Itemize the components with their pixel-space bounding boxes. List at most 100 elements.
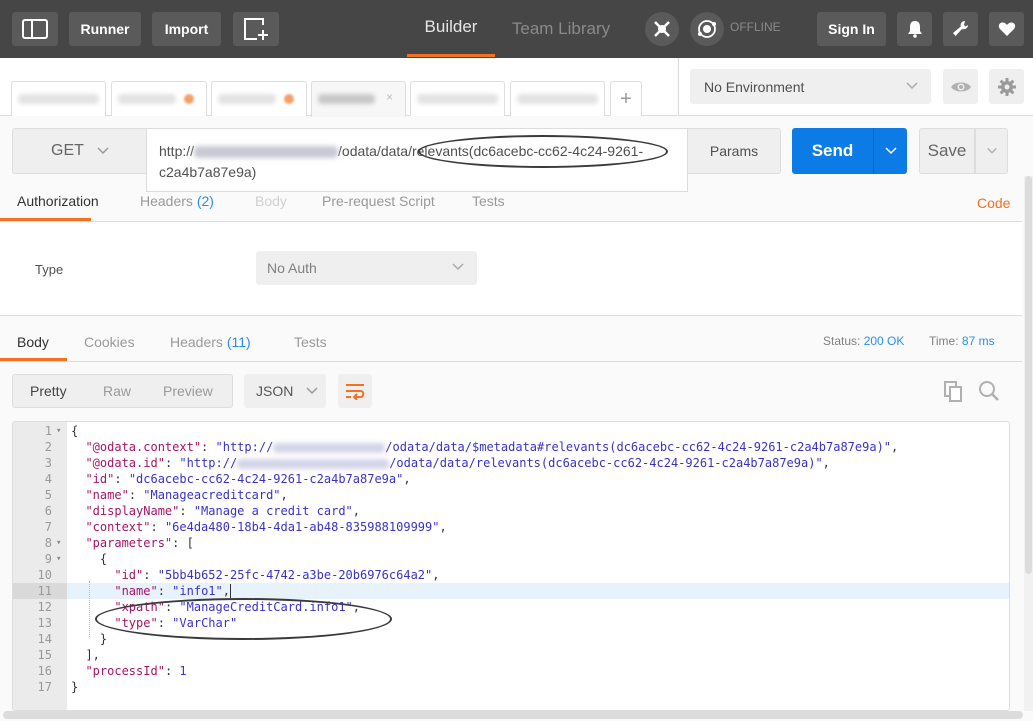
code-text: {: [71, 424, 79, 438]
tab-authorization[interactable]: Authorization: [17, 193, 99, 209]
close-icon[interactable]: ×: [386, 90, 393, 104]
format-select[interactable]: JSON: [244, 374, 326, 408]
json-string: /odata/data/$metadata#relevants(dc6acebc…: [385, 440, 892, 454]
code-text: [: [186, 536, 194, 550]
search-icon[interactable]: [978, 380, 1000, 402]
method-select[interactable]: GET: [12, 128, 147, 174]
view-preview-button[interactable]: Preview: [163, 383, 213, 399]
fold-icon[interactable]: ▾: [56, 535, 61, 551]
environment-select[interactable]: No Environment: [690, 69, 931, 104]
tab-builder[interactable]: Builder: [407, 0, 495, 57]
response-tab-cookies[interactable]: Cookies: [84, 334, 135, 350]
tab-headers-label: Headers: [140, 193, 193, 209]
code-line: 10 "id": "5bb4b652-25fc-4742-a3be-20b697…: [13, 567, 1009, 583]
generate-code-link[interactable]: Code: [977, 195, 1010, 211]
line-number: 15: [37, 648, 52, 662]
json-string: "ManageCreditCard.info1": [179, 600, 353, 614]
tab-team-library[interactable]: Team Library: [505, 0, 617, 57]
request-tab[interactable]: [11, 81, 106, 116]
response-body-editor[interactable]: 1 ▾ { 2 "@odata.context": "http:///odata/d…: [12, 421, 1010, 711]
json-string: "dc6acebc-cc62-4c24-9261-c2a4b7a87e9a": [128, 472, 404, 486]
tab-headers[interactable]: Headers (2): [140, 193, 214, 209]
response-tab-body[interactable]: Body: [17, 334, 49, 350]
text-cursor: [229, 584, 231, 598]
manage-environments-button[interactable]: [989, 69, 1024, 104]
new-window-button[interactable]: [233, 12, 279, 46]
fold-icon[interactable]: ▾: [56, 551, 61, 567]
heart-icon: [998, 22, 1015, 36]
runner-button[interactable]: Runner: [69, 12, 141, 46]
line-number: 14: [37, 632, 52, 646]
code-line: 9 ▾ {: [13, 551, 1009, 567]
chevron-down-icon: [97, 147, 109, 155]
wrap-lines-button[interactable]: [338, 374, 372, 408]
response-tab-headers[interactable]: Headers (11): [170, 334, 251, 350]
time-value: 87 ms: [961, 334, 995, 348]
tab-body[interactable]: Body: [255, 193, 287, 209]
status-label: Status:: [823, 334, 861, 348]
chevron-down-icon: [986, 147, 997, 154]
environment-value: No Environment: [704, 78, 805, 95]
environment-quick-look-button[interactable]: [943, 69, 978, 104]
line-number: 16: [37, 664, 52, 678]
view-raw-button[interactable]: Raw: [103, 383, 131, 399]
new-tab-button[interactable]: +: [610, 81, 642, 116]
redacted-host: [273, 442, 386, 453]
code-line: 15 ],: [13, 647, 1009, 663]
chevron-down-icon: [906, 82, 918, 90]
line-number: 3: [44, 456, 52, 470]
json-string: "Manageacreditcard": [143, 488, 281, 502]
indent-guide: [89, 581, 90, 637]
import-button[interactable]: Import: [152, 12, 221, 46]
request-tab[interactable]: [111, 81, 207, 116]
satellite-icon: [654, 21, 670, 37]
save-button[interactable]: Save: [919, 128, 975, 174]
horizontal-scrollbar[interactable]: [3, 711, 1023, 719]
code-line: 2 "@odata.context": "http:///odata/data/…: [13, 439, 1009, 455]
tab-pre-request-script[interactable]: Pre-request Script: [322, 193, 435, 209]
favorite-button[interactable]: [989, 12, 1024, 46]
copy-icon[interactable]: [943, 380, 963, 402]
request-tab-active[interactable]: ×: [311, 81, 406, 117]
settings-button[interactable]: [943, 12, 978, 46]
send-button[interactable]: Send: [792, 128, 873, 174]
response-tab-tests[interactable]: Tests: [294, 334, 327, 350]
tab-tests[interactable]: Tests: [472, 193, 505, 209]
code-line: 4 "id": "dc6acebc-cc62-4c24-9261-c2a4b7a…: [13, 471, 1009, 487]
gear-icon: [997, 77, 1016, 96]
wrap-lines-icon: [346, 384, 365, 400]
sync-status-button[interactable]: [690, 12, 724, 46]
auth-type-select[interactable]: No Auth: [256, 251, 477, 285]
response-headers-count: (11): [226, 334, 251, 350]
json-number: 1: [179, 664, 187, 678]
interceptor-button[interactable]: [645, 12, 679, 46]
code-text: }: [99, 632, 108, 646]
line-number: 17: [37, 680, 52, 694]
request-tab[interactable]: [410, 81, 505, 116]
line-number: 13: [37, 616, 52, 630]
vertical-scrollbar-thumb[interactable]: [1025, 176, 1032, 574]
notifications-button[interactable]: [897, 12, 932, 46]
sign-in-button[interactable]: Sign In: [817, 12, 886, 46]
params-button[interactable]: Params: [687, 128, 781, 174]
url-path: /odata/data/: [338, 143, 412, 159]
view-pretty-button[interactable]: Pretty: [30, 383, 67, 399]
toggle-sidebar-button[interactable]: [12, 12, 58, 46]
line-number: 6: [44, 504, 52, 518]
json-key: "id": [85, 472, 115, 486]
save-options-button[interactable]: [975, 128, 1008, 174]
json-string: "info1": [172, 584, 223, 598]
url-input[interactable]: http:///odata/data/relevants(dc6acebc-cc…: [146, 128, 688, 192]
line-number: 12: [37, 600, 52, 614]
fold-icon[interactable]: ▾: [56, 423, 61, 439]
response-status: Status: 200 OK: [823, 334, 904, 348]
json-key: "type": [114, 616, 158, 630]
request-tab[interactable]: [211, 81, 307, 116]
request-tab[interactable]: [510, 81, 605, 116]
code-line: 3 "@odata.id": "http:///odata/data/relev…: [13, 455, 1009, 471]
json-key: "@odata.context": [85, 440, 202, 454]
url-scheme: http://: [159, 143, 195, 159]
send-options-button[interactable]: [873, 128, 907, 174]
chevron-down-icon: [452, 263, 464, 271]
code-line: 8 ▾ "parameters": [: [13, 535, 1009, 551]
